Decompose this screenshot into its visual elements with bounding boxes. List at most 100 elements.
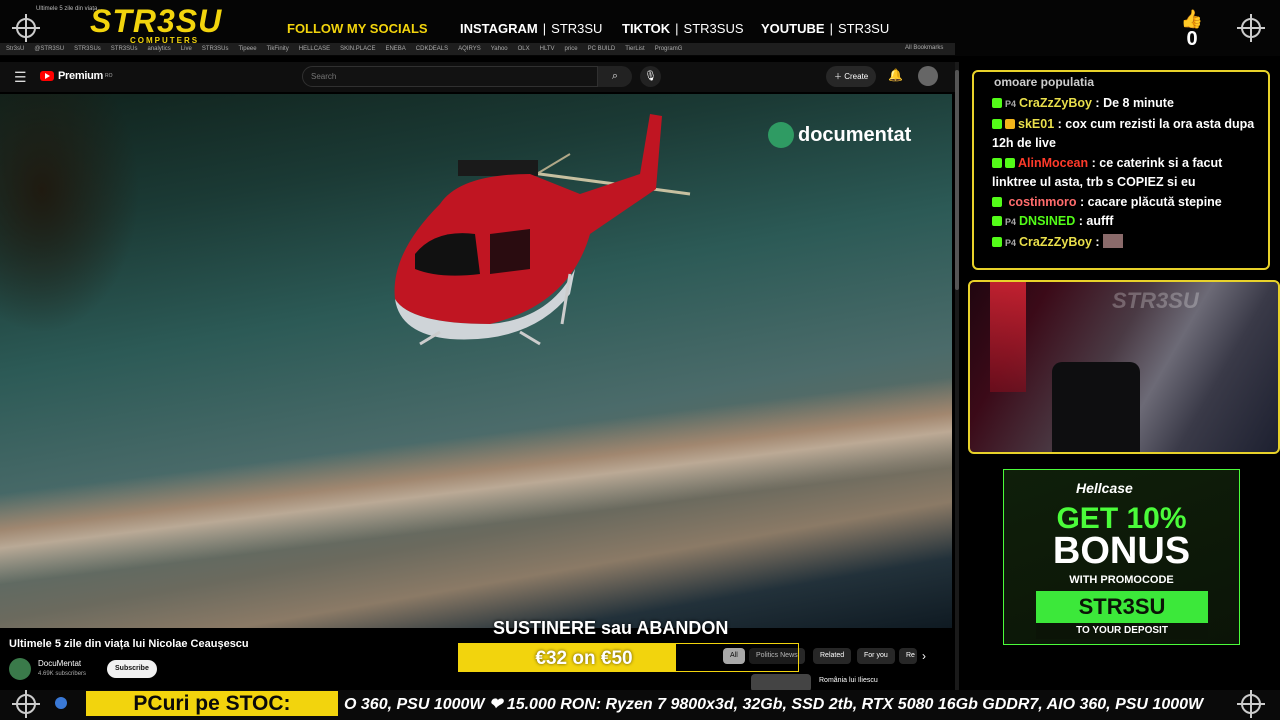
chat-username: CraZzZyBoy [1019,234,1092,249]
chip-more[interactable]: Re [899,648,917,664]
subscribe-button[interactable]: Subscribe [107,660,157,678]
chip-for-you[interactable]: For you [857,648,895,664]
chat-text: aufff [1086,214,1114,228]
bookmark[interactable]: TierList [625,46,644,52]
region-code: RO [104,73,113,79]
chat-message: P4 CraZzZyBoy : [992,233,1258,254]
bookmark[interactable]: ProgramG [655,46,683,52]
follow-label: FOLLOW MY SOCIALS [287,21,428,36]
bookmark[interactable]: PC BUILD [588,46,616,52]
webcam-feed: STR3SU [968,280,1280,454]
crosshair-icon [1237,690,1265,718]
chat-message: skE01 : cox cum rezisti la ora asta dupa… [992,116,1255,150]
bookmark[interactable]: analytics [147,46,170,52]
recommended-title[interactable]: România lui Iliescu [819,677,878,684]
channel-subscribers: 4.69K subscribers [38,671,87,677]
webcam-chair [1052,362,1140,452]
chat-badge: P4 [1005,237,1017,248]
chat-username: AlinMocean [1018,155,1089,170]
likes-count: 0 [1186,28,1198,50]
goal-text: €32 on €50 [535,648,633,669]
taskbar-app-icon[interactable] [55,697,67,709]
chat-username: CraZzZyBoy [1019,96,1092,110]
bookmark[interactable]: AQIRYS [458,46,481,52]
bookmark[interactable]: Yahoo [491,46,508,52]
chat-text: De 8 minute [1103,96,1174,110]
kick-badge-icon [992,196,1002,207]
crosshair-icon [1237,14,1265,42]
channel-avatar[interactable] [9,658,31,680]
ticker-label: PCuri pe STOC: [86,691,338,716]
bookmark[interactable]: Str3sU [6,46,24,52]
crosshair-icon [12,690,40,718]
social-platform: YOUTUBE [761,21,825,36]
kick-badge-icon [992,216,1002,226]
ad-brand: Hellcase [1076,480,1133,496]
social-platform: TIKTOK [622,21,671,36]
kick-badge-icon [992,157,1002,168]
moderator-badge-icon [1005,157,1015,168]
bookmark[interactable]: STR3SUs [111,46,138,52]
stream-logo: STR3SU COMPUTERS [90,4,240,45]
chat-partial-message: omoare populatia [994,75,1095,89]
bookmark[interactable]: ENEBA [385,46,405,52]
social-youtube: YOUTUBE | STR3SU [761,21,890,36]
bookmark[interactable]: Live [181,46,192,52]
ad-bonus: BONUS [1052,530,1191,572]
chat-username: costinmoro [1008,194,1077,209]
logo-text: STR3SU [90,3,223,39]
youtube-masthead: ☰ Premium RO ⌕ 🎙 ＋ Create 🔔 [0,62,955,92]
social-handle: STR3SUS [683,21,744,36]
bell-icon[interactable]: 🔔 [888,68,903,82]
chevron-right-icon[interactable]: › [922,649,926,663]
microphone-icon[interactable]: 🎙 [640,66,661,87]
chat-message: P4 CraZzZyBoy : De 8 minute [992,94,1258,115]
youtube-logo[interactable]: Premium RO [40,70,112,82]
avatar[interactable] [918,66,938,86]
menu-icon[interactable]: ☰ [14,70,27,84]
bookmark[interactable]: OLX [518,46,530,52]
scrollbar-thumb[interactable] [955,70,959,290]
kick-badge-icon [992,98,1002,108]
bookmark[interactable]: SKIN.PLACE [340,46,375,52]
leaf-icon [768,122,794,148]
likes-counter: 👍 0 [1180,10,1204,50]
chat-badge: P4 [1005,99,1017,109]
video-shadow [0,94,140,334]
taskbar-icons [55,697,67,709]
stream-screen: Ultimele 5 zile din viața... STR3SU COMP… [0,0,1280,720]
youtube-brand: Premium [58,70,103,82]
bookmark[interactable]: STR3SUs [202,46,229,52]
watermark-text: documentat [798,123,912,146]
channel-name[interactable]: DocuMentat [38,659,81,668]
bookmark[interactable]: @STR3SU [34,46,64,52]
bookmark[interactable]: CDKDEALS [416,46,448,52]
hellcase-ad[interactable]: Hellcase GET 10% BONUS WITH PROMOCODE ST… [1003,469,1240,645]
webcam-rgb-light [990,282,1026,392]
chip-related[interactable]: Related [813,648,852,664]
video-title: Ultimele 5 zile din viața lui Nicolae Ce… [9,638,249,650]
social-handle: STR3SU [551,21,603,36]
bookmark[interactable]: Tipeee [238,46,256,52]
bookmark[interactable]: HELLCASE [299,46,330,52]
video-shoreline [0,369,952,589]
helicopter-image [394,114,691,346]
chat-username: DNSINED [1019,214,1076,228]
webcam-wall-logo: STR3SU [1112,288,1199,313]
youtube-play-icon [40,71,54,81]
all-bookmarks-button[interactable]: All Bookmarks [905,45,943,51]
chat-box: omoare populatia P4 CraZzZyBoy : De 8 min… [972,70,1270,270]
bookmark[interactable]: TikFinity [267,46,289,52]
search-icon[interactable]: ⌕ [598,66,632,87]
thumbs-up-icon: 👍 [1180,9,1204,29]
create-button[interactable]: ＋ Create [826,66,877,87]
bookmark[interactable]: price [565,46,578,52]
video-player[interactable]: documentat [0,94,952,628]
goal-heading: SUSTINERE sau ABANDON [493,618,729,638]
bookmark[interactable]: STR3SUs [74,46,101,52]
ad-deposit-label: TO YOUR DEPOSIT [1036,623,1208,639]
kick-badge-icon [992,118,1002,129]
bookmark[interactable]: HLTV [540,46,555,52]
search-input[interactable] [302,66,598,87]
social-platform: INSTAGRAM [460,21,538,36]
